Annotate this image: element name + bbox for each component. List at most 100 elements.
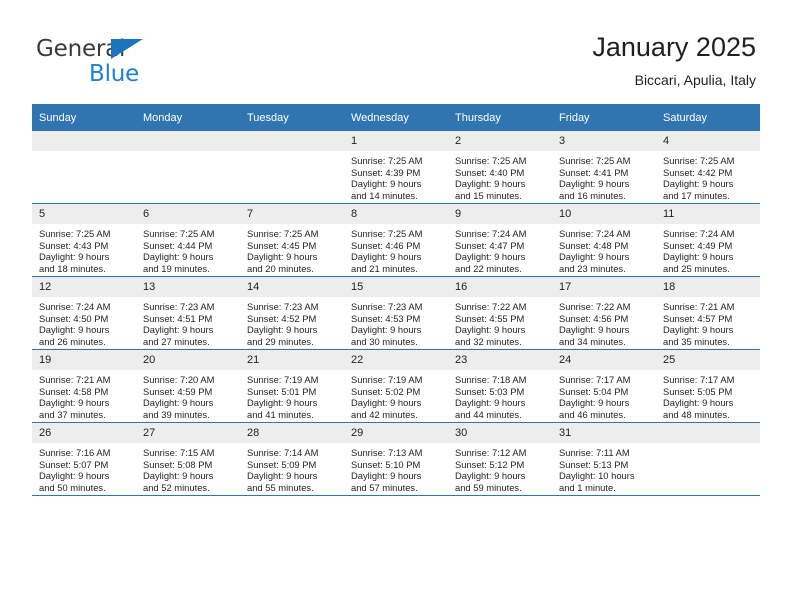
day-detail-line: Sunset: 4:49 PM bbox=[663, 239, 733, 251]
day-detail-line: and 30 minutes. bbox=[351, 335, 418, 347]
day-detail-line: Sunrise: 7:13 AM bbox=[351, 447, 423, 458]
calendar-day-cell[interactable]: 31 Sunrise: 7:11 AM Sunset: 5:13 PM Dayligh… bbox=[552, 422, 656, 496]
day-detail-line: Sunset: 4:58 PM bbox=[39, 385, 109, 397]
day-details bbox=[136, 151, 240, 155]
day-number: 26 bbox=[32, 423, 136, 443]
weekday-header-friday: Friday bbox=[552, 104, 656, 131]
day-detail-line: Sunset: 4:59 PM bbox=[143, 385, 213, 397]
day-number: 8 bbox=[344, 204, 448, 224]
day-detail-line: Daylight: 9 hours bbox=[351, 324, 422, 336]
calendar-cell-empty bbox=[240, 131, 344, 204]
day-detail-line: Sunrise: 7:17 AM bbox=[663, 374, 735, 385]
day-detail-line: and 14 minutes. bbox=[351, 189, 418, 201]
calendar-day-cell[interactable]: 25 Sunrise: 7:17 AM Sunset: 5:05 PM Dayligh… bbox=[656, 349, 760, 423]
day-detail-line: Daylight: 9 hours bbox=[455, 324, 526, 336]
calendar-day-cell[interactable]: 17 Sunrise: 7:22 AM Sunset: 4:56 PM Dayligh… bbox=[552, 276, 656, 350]
day-number: 20 bbox=[136, 350, 240, 370]
day-detail-line: Sunrise: 7:21 AM bbox=[663, 301, 735, 312]
day-detail-line: Daylight: 10 hours bbox=[559, 470, 635, 482]
day-number: 16 bbox=[448, 277, 552, 297]
calendar-day-cell[interactable]: 6 Sunrise: 7:25 AM Sunset: 4:44 PM Daylight… bbox=[136, 203, 240, 277]
calendar-day-cell[interactable]: 30 Sunrise: 7:12 AM Sunset: 5:12 PM Dayligh… bbox=[448, 422, 552, 496]
calendar-day-cell[interactable]: 3 Sunrise: 7:25 AM Sunset: 4:41 PM Daylight… bbox=[552, 131, 656, 204]
calendar-day-cell[interactable]: 27 Sunrise: 7:15 AM Sunset: 5:08 PM Dayligh… bbox=[136, 422, 240, 496]
day-detail-line: Sunset: 4:47 PM bbox=[455, 239, 525, 251]
calendar-day-cell[interactable]: 13 Sunrise: 7:23 AM Sunset: 4:51 PM Dayligh… bbox=[136, 276, 240, 350]
calendar-day-cell[interactable]: 7 Sunrise: 7:25 AM Sunset: 4:45 PM Daylight… bbox=[240, 203, 344, 277]
day-detail-line: Sunset: 4:55 PM bbox=[455, 312, 525, 324]
day-number: 18 bbox=[656, 277, 760, 297]
day-number: 29 bbox=[344, 423, 448, 443]
day-number: 12 bbox=[32, 277, 136, 297]
calendar-day-cell[interactable]: 14 Sunrise: 7:23 AM Sunset: 4:52 PM Dayligh… bbox=[240, 276, 344, 350]
day-detail-line: Daylight: 9 hours bbox=[351, 470, 422, 482]
day-detail-line: Sunset: 5:10 PM bbox=[351, 458, 421, 470]
day-number bbox=[136, 131, 240, 151]
calendar-day-cell[interactable]: 15 Sunrise: 7:23 AM Sunset: 4:53 PM Dayligh… bbox=[344, 276, 448, 350]
calendar-cell-empty bbox=[136, 131, 240, 204]
calendar-day-cell[interactable]: 1 Sunrise: 7:25 AM Sunset: 4:39 PM Daylight… bbox=[344, 131, 448, 204]
calendar-day-cell[interactable]: 28 Sunrise: 7:14 AM Sunset: 5:09 PM Dayligh… bbox=[240, 422, 344, 496]
day-detail-line: Daylight: 9 hours bbox=[143, 251, 214, 263]
calendar-day-cell[interactable]: 10 Sunrise: 7:24 AM Sunset: 4:48 PM Dayligh… bbox=[552, 203, 656, 277]
day-detail-line: Sunrise: 7:14 AM bbox=[247, 447, 319, 458]
day-details: Sunrise: 7:21 AM Sunset: 4:57 PM Daylight:… bbox=[656, 297, 760, 347]
calendar-header-row: Sunday Monday Tuesday Wednesday Thursday Frid… bbox=[32, 104, 760, 131]
day-details: Sunrise: 7:18 AM Sunset: 5:03 PM Daylight:… bbox=[448, 370, 552, 420]
calendar-day-cell[interactable]: 23 Sunrise: 7:18 AM Sunset: 5:03 PM Dayligh… bbox=[448, 349, 552, 423]
calendar-week-row: 1 Sunrise: 7:25 AM Sunset: 4:39 PM Daylight… bbox=[32, 131, 760, 204]
day-details: Sunrise: 7:17 AM Sunset: 5:05 PM Daylight:… bbox=[656, 370, 760, 420]
day-detail-line: Sunset: 5:01 PM bbox=[247, 385, 317, 397]
day-detail-line: and 50 minutes. bbox=[39, 481, 106, 493]
day-number bbox=[32, 131, 136, 151]
day-detail-line: and 19 minutes. bbox=[143, 262, 210, 274]
day-number: 24 bbox=[552, 350, 656, 370]
day-details: Sunrise: 7:22 AM Sunset: 4:55 PM Daylight:… bbox=[448, 297, 552, 347]
day-detail-line: Sunset: 4:42 PM bbox=[663, 166, 733, 178]
day-detail-line: and 29 minutes. bbox=[247, 335, 314, 347]
weekday-header-row: Sunday Monday Tuesday Wednesday Thursday Frid… bbox=[32, 104, 760, 131]
day-details: Sunrise: 7:24 AM Sunset: 4:47 PM Daylight:… bbox=[448, 224, 552, 274]
calendar-day-cell[interactable]: 18 Sunrise: 7:21 AM Sunset: 4:57 PM Dayligh… bbox=[656, 276, 760, 350]
day-detail-line: and 46 minutes. bbox=[559, 408, 626, 420]
calendar-day-cell[interactable]: 2 Sunrise: 7:25 AM Sunset: 4:40 PM Daylight… bbox=[448, 131, 552, 204]
calendar-day-cell[interactable]: 16 Sunrise: 7:22 AM Sunset: 4:55 PM Dayligh… bbox=[448, 276, 552, 350]
general-blue-logo[interactable]: General Blue bbox=[36, 36, 276, 88]
calendar-day-cell[interactable]: 29 Sunrise: 7:13 AM Sunset: 5:10 PM Dayligh… bbox=[344, 422, 448, 496]
day-detail-line: Sunset: 4:40 PM bbox=[455, 166, 525, 178]
page-header: General Blue January 2025 Biccari, Apuli… bbox=[0, 0, 792, 100]
day-details: Sunrise: 7:15 AM Sunset: 5:08 PM Daylight:… bbox=[136, 443, 240, 493]
calendar-day-cell[interactable]: 11 Sunrise: 7:24 AM Sunset: 4:49 PM Dayligh… bbox=[656, 203, 760, 277]
calendar-day-cell[interactable]: 5 Sunrise: 7:25 AM Sunset: 4:43 PM Daylight… bbox=[32, 203, 136, 277]
day-details: Sunrise: 7:20 AM Sunset: 4:59 PM Daylight:… bbox=[136, 370, 240, 420]
day-detail-line: and 39 minutes. bbox=[143, 408, 210, 420]
day-detail-line: Daylight: 9 hours bbox=[559, 324, 630, 336]
day-detail-line: Sunset: 4:50 PM bbox=[39, 312, 109, 324]
calendar-day-cell[interactable]: 21 Sunrise: 7:19 AM Sunset: 5:01 PM Dayligh… bbox=[240, 349, 344, 423]
calendar-day-cell[interactable]: 19 Sunrise: 7:21 AM Sunset: 4:58 PM Dayligh… bbox=[32, 349, 136, 423]
calendar-day-cell[interactable]: 24 Sunrise: 7:17 AM Sunset: 5:04 PM Dayligh… bbox=[552, 349, 656, 423]
calendar-day-cell[interactable]: 22 Sunrise: 7:19 AM Sunset: 5:02 PM Dayligh… bbox=[344, 349, 448, 423]
day-details: Sunrise: 7:24 AM Sunset: 4:48 PM Daylight:… bbox=[552, 224, 656, 274]
day-detail-line: and 17 minutes. bbox=[663, 189, 730, 201]
calendar-week-row: 12 Sunrise: 7:24 AM Sunset: 4:50 PM Dayligh… bbox=[32, 276, 760, 350]
day-detail-line: Sunrise: 7:17 AM bbox=[559, 374, 631, 385]
calendar-day-cell[interactable]: 20 Sunrise: 7:20 AM Sunset: 4:59 PM Dayligh… bbox=[136, 349, 240, 423]
calendar-day-cell[interactable]: 8 Sunrise: 7:25 AM Sunset: 4:46 PM Daylight… bbox=[344, 203, 448, 277]
day-detail-line: Sunrise: 7:21 AM bbox=[39, 374, 111, 385]
day-detail-line: Daylight: 9 hours bbox=[39, 397, 110, 409]
day-detail-line: and 34 minutes. bbox=[559, 335, 626, 347]
day-detail-line: Sunset: 4:56 PM bbox=[559, 312, 629, 324]
calendar-day-cell[interactable]: 4 Sunrise: 7:25 AM Sunset: 4:42 PM Daylight… bbox=[656, 131, 760, 204]
day-detail-line: Daylight: 9 hours bbox=[559, 178, 630, 190]
day-detail-line: and 37 minutes. bbox=[39, 408, 106, 420]
calendar-day-cell[interactable]: 12 Sunrise: 7:24 AM Sunset: 4:50 PM Dayligh… bbox=[32, 276, 136, 350]
day-details: Sunrise: 7:11 AM Sunset: 5:13 PM Daylight:… bbox=[552, 443, 656, 493]
calendar-day-cell[interactable]: 26 Sunrise: 7:16 AM Sunset: 5:07 PM Dayligh… bbox=[32, 422, 136, 496]
calendar-day-cell[interactable]: 9 Sunrise: 7:24 AM Sunset: 4:47 PM Daylight… bbox=[448, 203, 552, 277]
day-detail-line: and 27 minutes. bbox=[143, 335, 210, 347]
day-details: Sunrise: 7:12 AM Sunset: 5:12 PM Daylight:… bbox=[448, 443, 552, 493]
day-detail-line: Sunset: 5:08 PM bbox=[143, 458, 213, 470]
day-details: Sunrise: 7:23 AM Sunset: 4:51 PM Daylight:… bbox=[136, 297, 240, 347]
calendar-week-row: 26 Sunrise: 7:16 AM Sunset: 5:07 PM Dayligh… bbox=[32, 422, 760, 496]
